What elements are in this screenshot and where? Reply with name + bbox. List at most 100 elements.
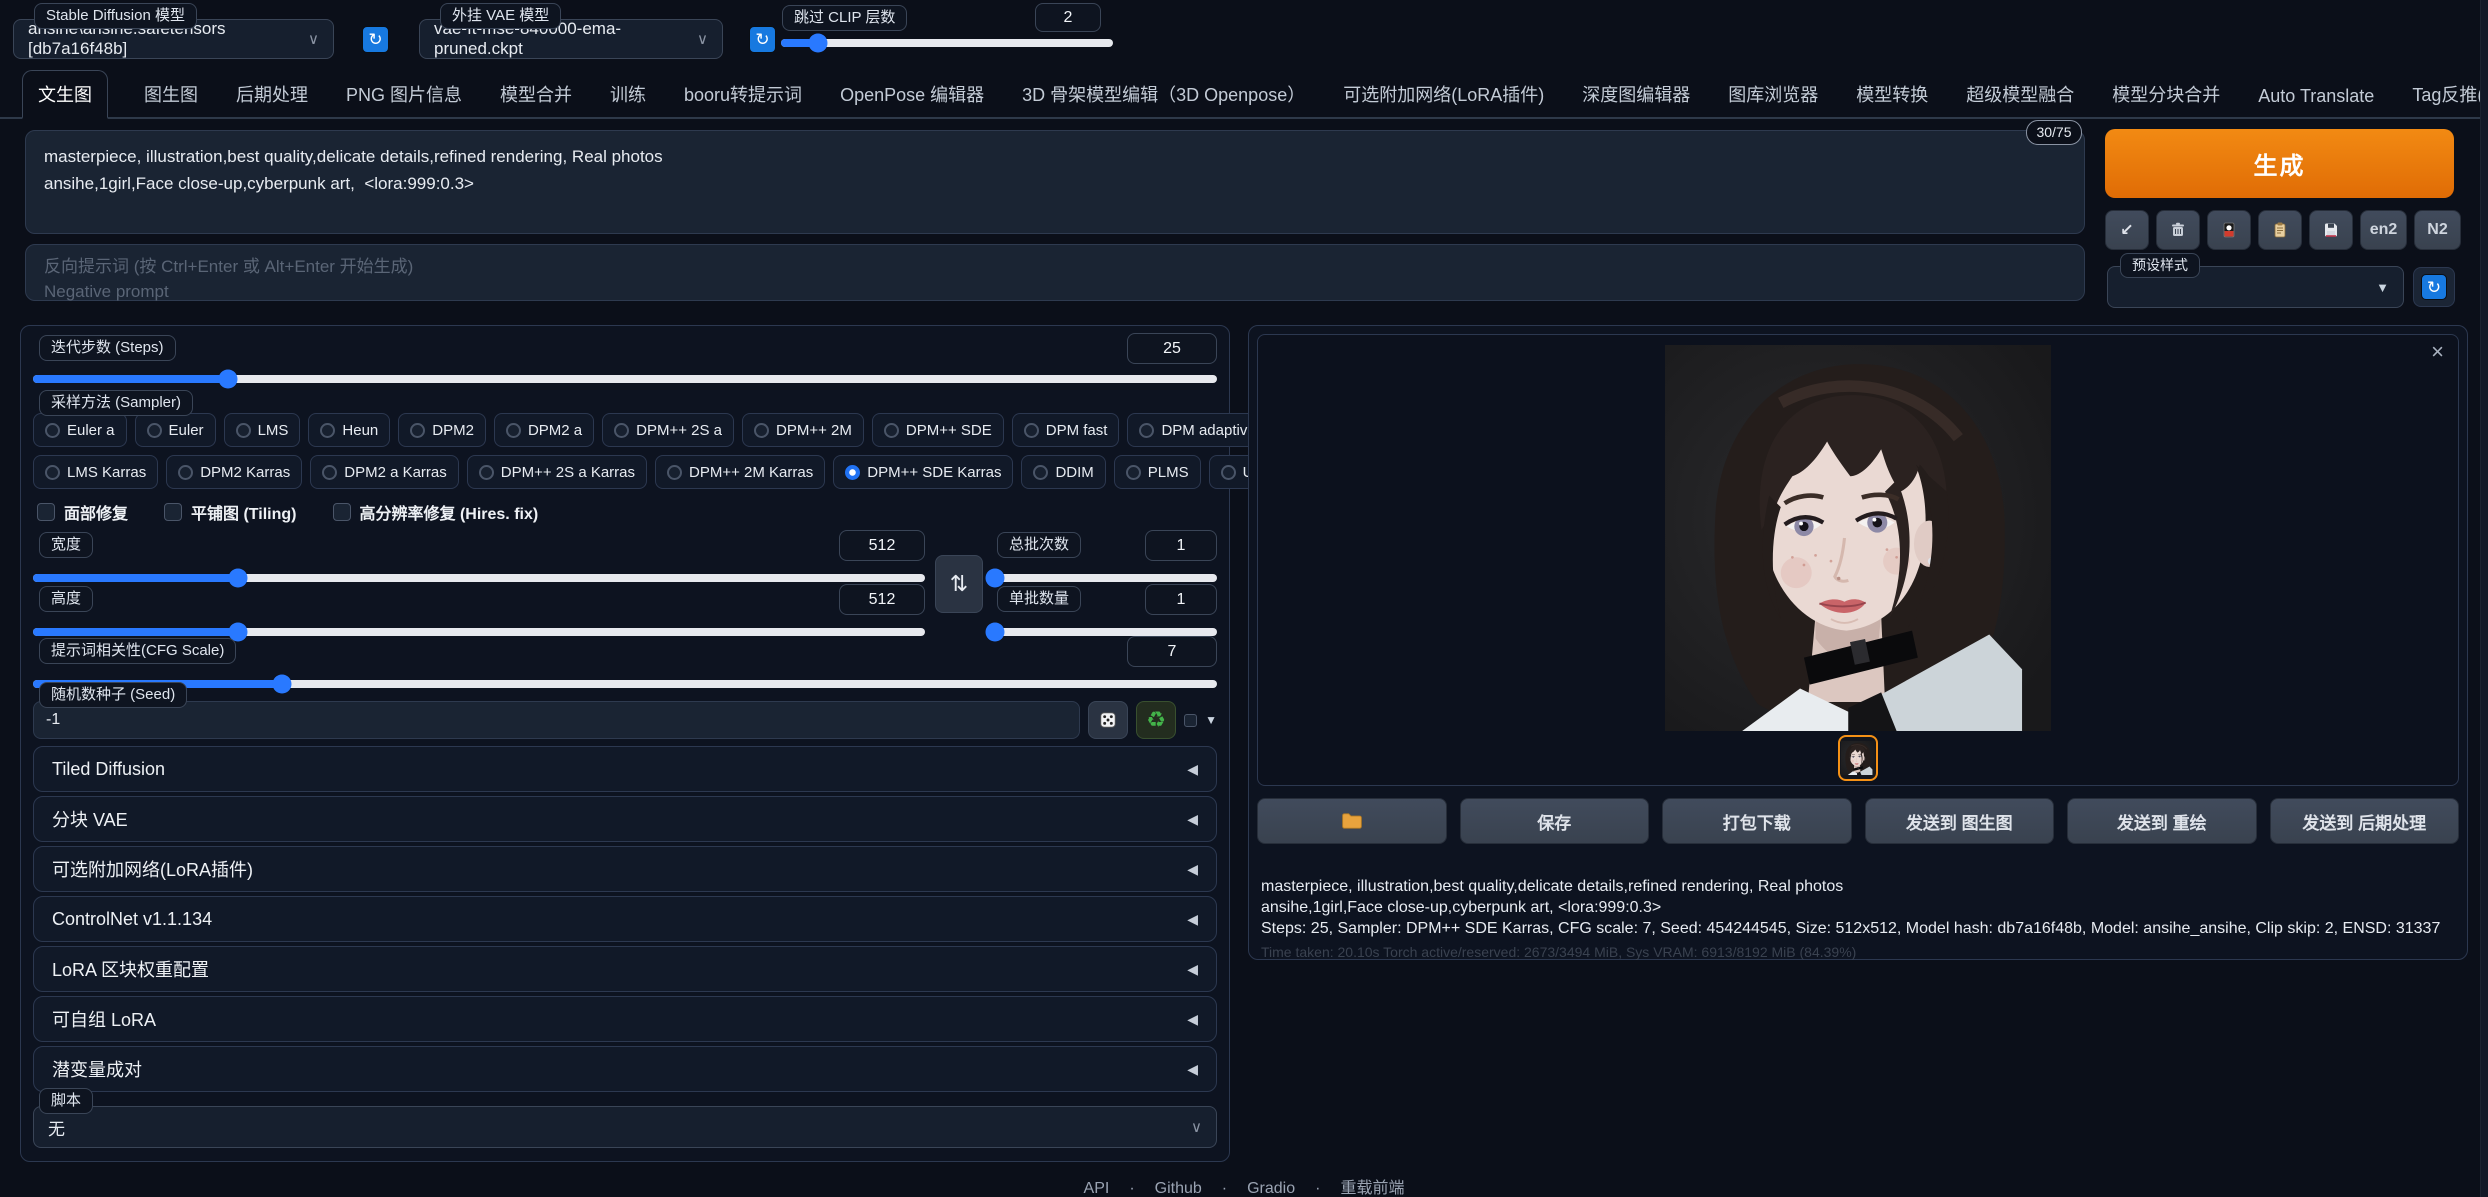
seed-extra-arrow-icon[interactable]: ▼: [1205, 713, 1217, 727]
clip-skip-slider[interactable]: [781, 39, 1113, 47]
sampler-option[interactable]: DDIM: [1021, 455, 1105, 489]
negative-prompt-input[interactable]: 反向提示词 (按 Ctrl+Enter 或 Alt+Enter 开始生成)Neg…: [25, 244, 2085, 301]
accordion-tiled-diffusion[interactable]: Tiled Diffusion◀: [33, 746, 1217, 792]
paste-button[interactable]: ↙: [2105, 210, 2149, 250]
tab-3d-openpose[interactable]: 3D 骨架模型编辑（3D Openpose）: [1020, 71, 1307, 117]
tab-openpose-editor[interactable]: OpenPose 编辑器: [838, 71, 986, 117]
zip-download-button[interactable]: 打包下载: [1662, 798, 1852, 844]
height-slider[interactable]: [33, 628, 925, 636]
footer-link-api[interactable]: API: [1084, 1180, 1110, 1197]
steps-slider[interactable]: [33, 375, 1217, 383]
slider-handle[interactable]: [219, 370, 238, 389]
cfg-value[interactable]: 7: [1127, 636, 1217, 667]
sampler-option[interactable]: PLMS: [1114, 455, 1201, 489]
tab-train[interactable]: 训练: [608, 71, 648, 117]
swap-dimensions-button[interactable]: ⇅: [935, 555, 983, 613]
send-to-inpaint-button[interactable]: 发送到 重绘: [2067, 798, 2257, 844]
sampler-option[interactable]: DPM++ 2M Karras: [655, 455, 825, 489]
sampler-option[interactable]: Euler a: [33, 413, 127, 447]
send-to-extras-button[interactable]: 发送到 后期处理: [2270, 798, 2460, 844]
tab-depth-editor[interactable]: 深度图编辑器: [1580, 71, 1692, 117]
refresh-styles-button[interactable]: ↻: [2413, 267, 2455, 307]
folder-icon: [1341, 812, 1363, 830]
batch-count-slider[interactable]: [993, 574, 1217, 582]
scrollbar[interactable]: [2480, 0, 2488, 1197]
tab-txt2img[interactable]: 文生图: [22, 70, 108, 119]
seed-input[interactable]: -1: [33, 701, 1080, 739]
save-style-button[interactable]: [2309, 210, 2353, 250]
tab-model-block-merge[interactable]: 模型分块合并: [2110, 71, 2222, 117]
slider-handle[interactable]: [229, 569, 248, 588]
open-folder-button[interactable]: [1257, 798, 1447, 844]
restore-faces-checkbox[interactable]: 面部修复: [37, 500, 128, 524]
extra-seed-checkbox[interactable]: [1184, 714, 1197, 727]
translate-en2-button[interactable]: en2: [2360, 210, 2407, 250]
generated-image[interactable]: [1663, 345, 2053, 731]
height-value[interactable]: 512: [839, 584, 925, 615]
sampler-option[interactable]: DPM++ 2M: [742, 413, 864, 447]
tab-image-browser[interactable]: 图库浏览器: [1726, 71, 1820, 117]
sampler-option[interactable]: DPM2: [398, 413, 486, 447]
sampler-option[interactable]: DPM2 a: [494, 413, 594, 447]
save-button[interactable]: 保存: [1460, 798, 1650, 844]
sampler-option[interactable]: Euler: [135, 413, 216, 447]
clip-skip-value[interactable]: 2: [1035, 3, 1101, 32]
tab-img2img[interactable]: 图生图: [142, 71, 200, 117]
tab-model-converter[interactable]: 模型转换: [1854, 71, 1930, 117]
sampler-option-selected[interactable]: DPM++ SDE Karras: [833, 455, 1013, 489]
tab-auto-translate[interactable]: Auto Translate: [2256, 76, 2376, 117]
steps-value[interactable]: 25: [1127, 333, 1217, 364]
sampler-option[interactable]: DPM++ 2S a Karras: [467, 455, 647, 489]
sampler-option[interactable]: DPM2 Karras: [166, 455, 302, 489]
accordion-lora-block-weight[interactable]: LoRA 区块权重配置◀: [33, 946, 1217, 992]
accordion-controlnet[interactable]: ControlNet v1.1.134◀: [33, 896, 1217, 942]
accordion-additional-networks[interactable]: 可选附加网络(LoRA插件)◀: [33, 846, 1217, 892]
accordion-latent-couple[interactable]: 潜变量成对◀: [33, 1046, 1217, 1092]
tab-booru-tags[interactable]: booru转提示词: [682, 71, 804, 117]
tiling-checkbox[interactable]: 平铺图 (Tiling): [164, 500, 296, 524]
footer-link-github[interactable]: Github: [1155, 1180, 1202, 1197]
extra-networks-button[interactable]: [2207, 210, 2251, 250]
tab-super-merger[interactable]: 超级模型融合: [1964, 71, 2076, 117]
footer-link-gradio[interactable]: Gradio: [1247, 1180, 1295, 1197]
refresh-vae-button[interactable]: ↻: [749, 26, 776, 53]
send-to-img2img-button[interactable]: 发送到 图生图: [1865, 798, 2055, 844]
hires-fix-checkbox[interactable]: 高分辨率修复 (Hires. fix): [333, 500, 539, 524]
close-icon[interactable]: ×: [2431, 339, 2444, 365]
sampler-option[interactable]: DPM++ SDE: [872, 413, 1004, 447]
clear-prompt-button[interactable]: [2156, 210, 2200, 250]
sampler-option[interactable]: DPM++ 2S a: [602, 413, 734, 447]
width-slider[interactable]: [33, 574, 925, 582]
accordion-tiled-vae[interactable]: 分块 VAE◀: [33, 796, 1217, 842]
script-dropdown[interactable]: 无 ∨: [33, 1106, 1217, 1148]
sampler-option[interactable]: DPM adaptive: [1127, 413, 1267, 447]
apply-styles-button[interactable]: [2258, 210, 2302, 250]
sampler-option[interactable]: Heun: [308, 413, 390, 447]
slider-handle[interactable]: [986, 569, 1005, 588]
batch-size-value[interactable]: 1: [1145, 584, 1217, 615]
random-seed-button[interactable]: [1088, 701, 1128, 739]
sampler-option[interactable]: DPM fast: [1012, 413, 1120, 447]
translate-n2-button[interactable]: N2: [2414, 210, 2461, 250]
refresh-sd-model-button[interactable]: ↻: [362, 26, 389, 53]
slider-handle[interactable]: [808, 34, 827, 53]
reuse-seed-button[interactable]: ♻: [1136, 701, 1176, 739]
sampler-option[interactable]: LMS: [224, 413, 301, 447]
batch-count-value[interactable]: 1: [1145, 530, 1217, 561]
gallery-thumbnail[interactable]: [1838, 735, 1878, 781]
width-value[interactable]: 512: [839, 530, 925, 561]
batch-size-slider[interactable]: [993, 628, 1217, 636]
tab-extras[interactable]: 后期处理: [234, 71, 310, 117]
tab-additional-networks[interactable]: 可选附加网络(LoRA插件): [1341, 71, 1546, 117]
tab-tagger[interactable]: Tag反推(Tagger): [2410, 71, 2488, 117]
tab-checkpoint-merger[interactable]: 模型合并: [498, 71, 574, 117]
cfg-slider[interactable]: [33, 680, 1217, 688]
sampler-option[interactable]: DPM2 a Karras: [310, 455, 459, 489]
footer-link-reload[interactable]: 重载前端: [1340, 1180, 1404, 1197]
tab-png-info[interactable]: PNG 图片信息: [344, 71, 464, 117]
accordion-composable-lora[interactable]: 可自组 LoRA◀: [33, 996, 1217, 1042]
generate-button[interactable]: 生成: [2105, 129, 2454, 198]
slider-handle[interactable]: [272, 675, 291, 694]
sampler-option[interactable]: LMS Karras: [33, 455, 158, 489]
prompt-input[interactable]: masterpiece, illustration,best quality,d…: [25, 130, 2085, 234]
